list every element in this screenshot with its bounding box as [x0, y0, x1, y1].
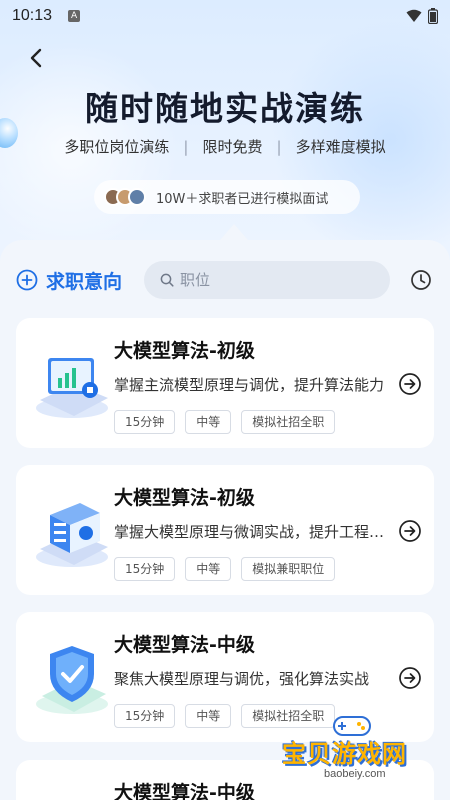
- social-proof-text: 10W＋求职者已进行模拟面试: [156, 191, 329, 207]
- job-card[interactable]: 大模型算法-初级 掌握主流模型原理与调优，提升算法能力 15分钟 中等 模拟社招…: [16, 318, 434, 448]
- job-intent-label: 求职意向: [46, 270, 123, 293]
- tag-duration: 15分钟: [114, 557, 176, 581]
- watermark-text: 宝贝游戏网: [282, 740, 407, 768]
- arrow-right-circle-icon: [399, 667, 421, 689]
- tag-duration: 15分钟: [114, 410, 176, 434]
- card-arrow-button[interactable]: [398, 519, 422, 543]
- search-box[interactable]: [144, 261, 391, 299]
- status-bar: 10:13 A: [0, 0, 450, 32]
- chevron-left-icon: [30, 48, 42, 68]
- back-button[interactable]: [22, 44, 50, 72]
- hero-subtitle: 多职位岗位演练 | 限时免费 | 多样难度模拟: [0, 136, 450, 157]
- tag-type: 模拟社招全职: [241, 410, 336, 434]
- history-button[interactable]: [408, 267, 434, 293]
- filter-row: 求职意向: [0, 260, 450, 300]
- social-proof-pill: 10W＋求职者已进行模拟面试: [94, 180, 360, 214]
- panel-pointer-decoration: [220, 224, 248, 240]
- tag-difficulty: 中等: [185, 704, 232, 728]
- tag-type: 模拟兼职职位: [241, 557, 336, 581]
- card-title: 大模型算法-初级: [114, 487, 255, 509]
- card-description: 聚焦大模型原理与调优，强化算法实战: [114, 670, 370, 688]
- page-title: 随时随地实战演练: [85, 89, 365, 128]
- subtitle-divider: |: [183, 137, 189, 156]
- battery-icon: [428, 8, 438, 24]
- card-arrow-button[interactable]: [398, 372, 422, 396]
- tag-difficulty: 中等: [185, 410, 232, 434]
- tag-difficulty: 中等: [185, 557, 232, 581]
- watermark-url: baobeiy.com: [324, 768, 386, 780]
- card-description: 掌握大模型原理与微调实战，提升工程能力: [114, 523, 394, 541]
- status-time: 10:13: [12, 7, 53, 24]
- card-title: 大模型算法-初级: [114, 340, 255, 362]
- watermark-logo: 宝贝游戏网 baobeiy.com: [282, 712, 432, 782]
- tag-duration: 15分钟: [114, 704, 176, 728]
- card-arrow-button[interactable]: [398, 666, 422, 690]
- add-circle-icon: [16, 269, 38, 291]
- card-title: 大模型算法-中级: [114, 634, 255, 656]
- job-card[interactable]: 大模型算法-初级 掌握大模型原理与微调实战，提升工程能力 15分钟 中等 模拟兼…: [16, 465, 434, 595]
- subtitle-item: 多样难度模拟: [295, 138, 386, 156]
- search-icon: [160, 273, 174, 287]
- arrow-right-circle-icon: [399, 373, 421, 395]
- notification-badge: A: [68, 10, 81, 22]
- arrow-right-circle-icon: [399, 520, 421, 542]
- shield-check-icon: [36, 646, 108, 714]
- search-input[interactable]: [180, 271, 361, 289]
- card-description: 掌握主流模型原理与调优，提升算法能力: [114, 376, 385, 394]
- card-tags: 15分钟 中等 模拟兼职职位: [114, 557, 336, 581]
- subtitle-item: 限时免费: [202, 138, 263, 156]
- subtitle-item: 多职位岗位演练: [64, 138, 170, 156]
- status-icons: [406, 8, 438, 24]
- clock-icon: [411, 270, 431, 290]
- avatar: [128, 188, 146, 206]
- subtitle-divider: |: [276, 137, 282, 156]
- wifi-icon: [406, 9, 422, 22]
- laptop-chart-icon: [36, 358, 108, 418]
- card-title: 大模型算法-中级: [114, 782, 255, 800]
- job-intent-button[interactable]: 求职意向: [16, 267, 122, 294]
- server-rack-icon: [36, 503, 108, 567]
- avatar-group: [104, 188, 146, 206]
- card-tags: 15分钟 中等 模拟社招全职: [114, 410, 336, 434]
